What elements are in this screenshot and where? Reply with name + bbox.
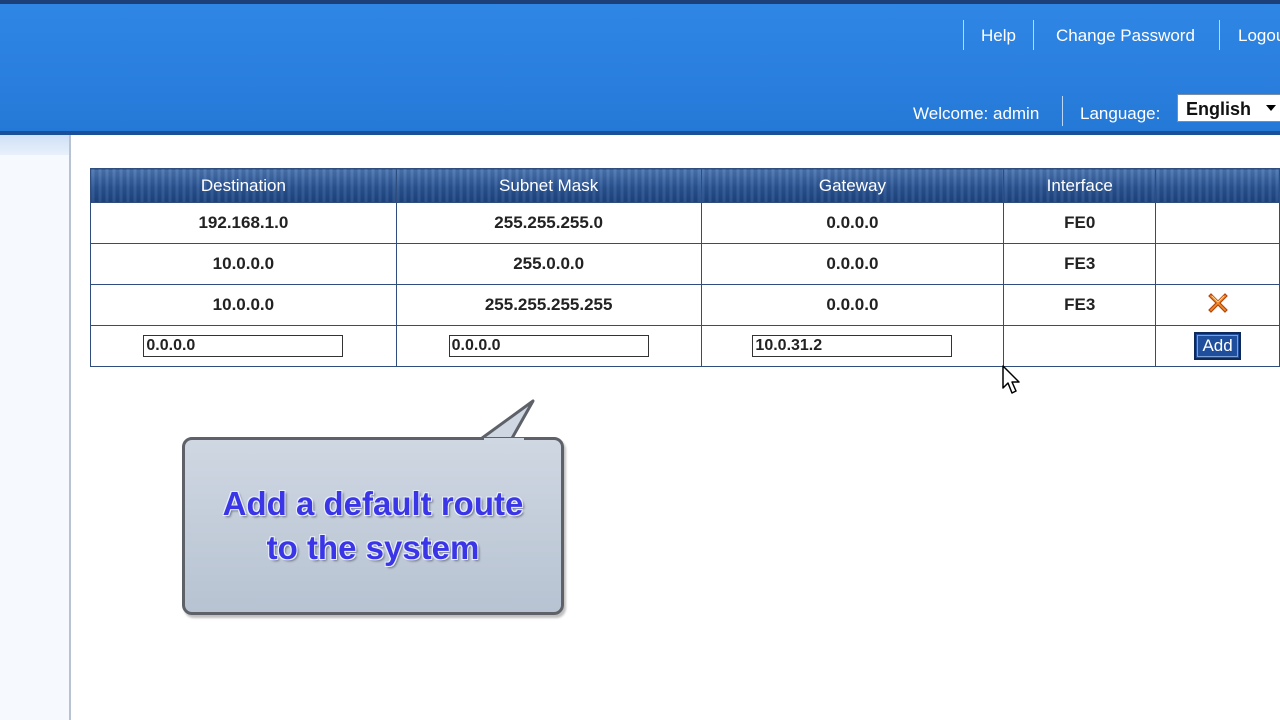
column-header-gateway: Gateway [700, 168, 1005, 203]
mouse-pointer-icon [1002, 365, 1020, 394]
language-select[interactable]: English [1177, 94, 1280, 122]
callout-line-2: to the system [266, 529, 480, 566]
column-header-subnet-mask: Subnet Mask [395, 168, 702, 203]
new-route-action-cell: Add [1155, 325, 1280, 367]
route-gateway: 0.0.0.0 [700, 284, 1005, 326]
callout-tail-joint [484, 438, 524, 444]
callout-text: Add a default route to the system [185, 482, 561, 570]
add-route-button[interactable]: Add [1194, 332, 1242, 360]
route-destination: 192.168.1.0 [90, 202, 397, 244]
route-action-cell [1155, 202, 1280, 244]
route-subnet-mask: 255.255.255.0 [395, 202, 702, 244]
route-gateway: 0.0.0.0 [700, 243, 1005, 285]
route-destination: 10.0.0.0 [90, 243, 397, 285]
static-route-table: Destination Subnet Mask Gateway Interfac… [90, 168, 1280, 367]
table-row: 10.0.0.0 255.0.0.0 0.0.0.0 FE3 [90, 243, 1280, 285]
route-action-cell [1155, 284, 1280, 326]
route-interface: FE0 [1003, 202, 1157, 244]
left-nav-header [0, 135, 69, 155]
change-password-link[interactable]: Change Password [1056, 26, 1195, 46]
column-header-action [1155, 168, 1280, 203]
chevron-down-icon [1266, 105, 1276, 111]
destination-input[interactable] [143, 335, 344, 357]
route-gateway: 0.0.0.0 [700, 202, 1005, 244]
language-selected-value: English [1186, 99, 1252, 119]
subnet-mask-input[interactable] [448, 335, 649, 357]
route-subnet-mask: 255.255.255.255 [395, 284, 702, 326]
help-link[interactable]: Help [981, 26, 1016, 46]
link-separator [963, 20, 964, 50]
header-divider [0, 131, 1280, 135]
route-action-cell [1155, 243, 1280, 285]
route-interface: FE3 [1003, 243, 1157, 285]
new-route-gateway-cell [700, 325, 1005, 367]
link-separator [1219, 20, 1220, 50]
new-route-destination-cell [90, 325, 397, 367]
callout-line-1: Add a default route [222, 485, 524, 522]
tutorial-callout: Add a default route to the system [182, 437, 564, 615]
route-interface: FE3 [1003, 284, 1157, 326]
top-links: Help Change Password Logout [0, 20, 1280, 50]
column-header-destination: Destination [90, 168, 397, 203]
route-subnet-mask: 255.0.0.0 [395, 243, 702, 285]
link-separator [1033, 20, 1034, 50]
welcome-text: Welcome: admin [913, 104, 1040, 123]
table-row: 10.0.0.0 255.255.255.255 0.0.0.0 FE3 [90, 284, 1280, 326]
new-route-row: Add [90, 325, 1280, 367]
route-destination: 10.0.0.0 [90, 284, 397, 326]
logout-link[interactable]: Logout [1238, 26, 1280, 46]
table-header-row: Destination Subnet Mask Gateway Interfac… [90, 168, 1280, 203]
language-label: Language: [1080, 104, 1161, 123]
delete-x-icon[interactable] [1206, 291, 1230, 320]
table-row: 192.168.1.0 255.255.255.0 0.0.0.0 FE0 [90, 202, 1280, 244]
new-route-interface-cell [1003, 325, 1157, 367]
new-route-mask-cell [395, 325, 702, 367]
gateway-input[interactable] [752, 335, 953, 357]
left-nav-panel [0, 135, 71, 720]
header-separator [1062, 96, 1063, 126]
column-header-interface: Interface [1003, 168, 1157, 203]
